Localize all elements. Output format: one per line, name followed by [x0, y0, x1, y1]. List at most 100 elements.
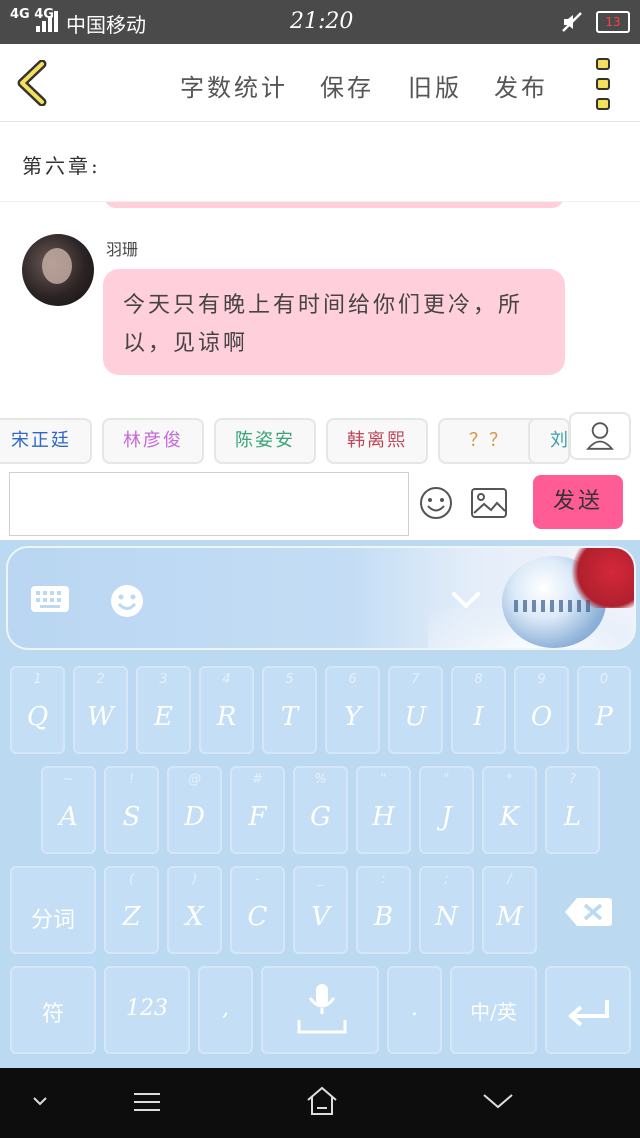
language-switch-key[interactable]: 中/英	[450, 966, 537, 1054]
key-m[interactable]: / M	[482, 866, 537, 954]
character-chip[interactable]: 陈姿安	[214, 418, 316, 464]
clock: 21:20	[290, 9, 354, 34]
key-r[interactable]: 4R	[199, 666, 254, 754]
keyboard-icon[interactable]	[30, 584, 70, 614]
symbols-key[interactable]: 符	[10, 966, 96, 1054]
back-chevron-icon[interactable]	[14, 60, 54, 106]
key-sub-label: *	[506, 772, 513, 787]
key-d[interactable]: @ D	[167, 766, 222, 854]
character-chip[interactable]: 宋正廷	[0, 418, 92, 464]
key-l[interactable]: ? L	[545, 766, 600, 854]
key-label: O	[530, 702, 553, 732]
emoji-icon[interactable]	[418, 485, 454, 521]
back-down-icon[interactable]	[482, 1092, 514, 1110]
hide-keyboard-icon[interactable]	[30, 1094, 50, 1108]
save-button[interactable]: 保存	[320, 68, 374, 103]
key-label: G	[310, 802, 331, 832]
character-selector: 宋正廷 林彦俊 陈姿安 韩离熙 ？？ 刘	[0, 394, 640, 470]
composer: 发送	[0, 470, 640, 540]
character-chip[interactable]: ？？	[438, 418, 540, 464]
key-o[interactable]: 9O	[514, 666, 569, 754]
key-label: C	[247, 902, 268, 932]
editor-toolbar: 字数统计 保存 旧版 发布	[0, 44, 640, 122]
space-voice-key[interactable]	[261, 966, 379, 1054]
key-label: Q	[26, 702, 49, 732]
key-g[interactable]: % G	[293, 766, 348, 854]
chevron-down-icon[interactable]	[448, 588, 484, 612]
image-icon[interactable]	[470, 487, 508, 519]
key-label: 符	[41, 1002, 64, 1027]
character-chip[interactable]: 韩离熙	[326, 418, 428, 464]
system-nav-bar	[0, 1068, 640, 1138]
key-sub-label: )	[191, 872, 198, 887]
key-v[interactable]: _ V	[293, 866, 348, 954]
key-sub-label: 0	[599, 672, 609, 687]
key-z[interactable]: (Z	[104, 866, 159, 954]
key-label: T	[280, 702, 299, 732]
key-segment[interactable]: 分词	[10, 866, 96, 954]
old-version-button[interactable]: 旧版	[408, 68, 462, 103]
backspace-icon	[565, 898, 612, 926]
key-label: U	[404, 702, 427, 732]
backspace-key[interactable]	[545, 866, 631, 954]
comma-key[interactable]: ,	[198, 966, 253, 1054]
key-n[interactable]: ; N	[419, 866, 474, 954]
person-icon[interactable]	[569, 412, 631, 460]
key-sub-label: /	[507, 872, 512, 887]
status-bar: 4G 4G 中国移动 21:20 13	[0, 0, 640, 44]
key-sub-label: #	[252, 772, 263, 787]
key-label: .	[411, 996, 418, 1021]
key-label: J	[441, 802, 452, 832]
key-i[interactable]: 8I	[451, 666, 506, 754]
key-a[interactable]: ~ A	[41, 766, 96, 854]
key-s[interactable]: ! S	[104, 766, 159, 854]
chapter-header[interactable]: 第六章:	[0, 122, 640, 202]
avatar[interactable]	[22, 234, 94, 306]
signal-bars-icon	[36, 10, 62, 32]
message-bubble[interactable]: 今天只有晚上有时间给你们更冷，所以，见谅啊	[103, 269, 565, 375]
key-y[interactable]: 6Y	[325, 666, 380, 754]
character-chip[interactable]: 刘	[528, 418, 570, 464]
more-menu-icon[interactable]	[594, 58, 614, 110]
key-c[interactable]: -C	[230, 866, 285, 954]
send-button[interactable]: 发送	[533, 475, 623, 529]
numbers-key[interactable]: 123	[104, 966, 190, 1054]
key-sub-label: 3	[159, 672, 168, 687]
key-f[interactable]: # F	[230, 766, 285, 854]
sender-name: 羽珊	[106, 240, 139, 259]
key-sub-label: :	[381, 872, 386, 887]
previous-message-bubble[interactable]	[104, 202, 564, 208]
message-input[interactable]	[9, 472, 409, 536]
key-t[interactable]: 5T	[262, 666, 317, 754]
character-chip-label: 宋正廷	[11, 430, 71, 451]
chat-area: 羽珊 今天只有晚上有时间给你们更冷，所以，见谅啊	[0, 202, 640, 394]
emoji-icon[interactable]	[110, 584, 144, 618]
key-j[interactable]: " J	[419, 766, 474, 854]
key-p[interactable]: 0P	[577, 666, 631, 754]
key-h[interactable]: " H	[356, 766, 411, 854]
key-w[interactable]: 2W	[73, 666, 128, 754]
key-x[interactable]: ) X	[167, 866, 222, 954]
key-sub-label: (	[128, 872, 135, 887]
character-chip[interactable]: 林彦俊	[102, 418, 204, 464]
key-u[interactable]: 7U	[388, 666, 443, 754]
key-label: M	[496, 902, 523, 932]
key-sub-label: 7	[411, 672, 420, 687]
key-e[interactable]: 3E	[136, 666, 191, 754]
enter-key[interactable]	[545, 966, 631, 1054]
keyboard-toolbar	[6, 546, 636, 650]
menu-icon[interactable]	[132, 1090, 162, 1114]
key-q[interactable]: 1Q	[10, 666, 65, 754]
carrier-name: 中国移动	[66, 13, 146, 37]
battery-level: 13	[605, 15, 621, 29]
home-icon[interactable]	[306, 1086, 338, 1116]
key-sub-label: -	[255, 872, 260, 887]
key-sub-label: "	[443, 772, 450, 787]
word-count-button[interactable]: 字数统计	[180, 68, 288, 103]
key-label: ,	[222, 996, 229, 1021]
key-label: P	[595, 702, 613, 732]
key-k[interactable]: * K	[482, 766, 537, 854]
publish-button[interactable]: 发布	[494, 68, 548, 103]
key-b[interactable]: :B	[356, 866, 411, 954]
period-key[interactable]: .	[387, 966, 442, 1054]
